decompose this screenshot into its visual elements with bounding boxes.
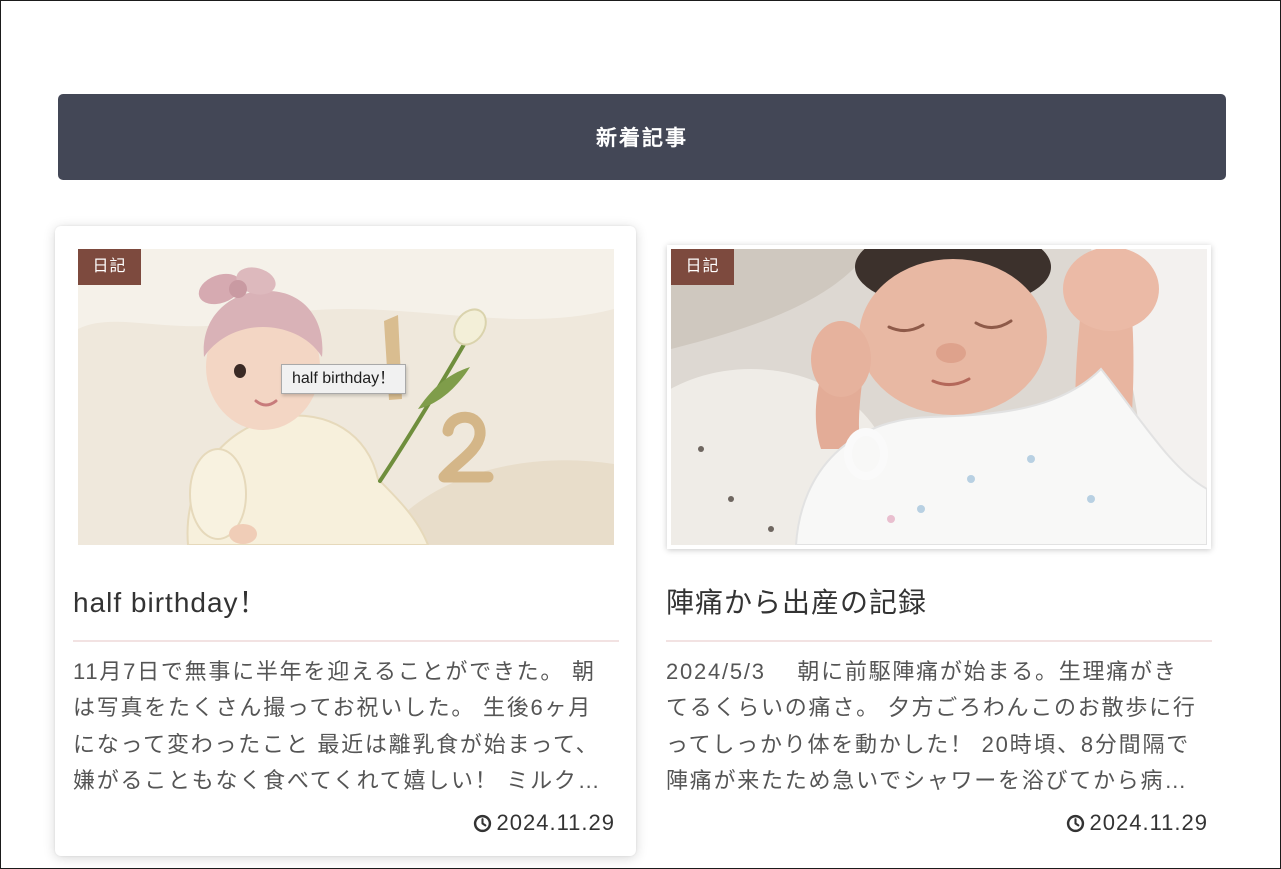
clock-icon xyxy=(1066,814,1084,832)
post-date: 2024.11.29 xyxy=(73,808,619,838)
baby-hand xyxy=(229,524,257,544)
category-badge: 日記 xyxy=(671,249,734,285)
article-title[interactable]: 陣痛から出産の記録 xyxy=(666,583,1212,623)
excerpt-line: 11月7日で無事に半年を迎えることができた。 朝 xyxy=(73,659,596,684)
article-excerpt: 11月7日で無事に半年を迎えることができた。 朝 は写真をたくさん撮ってお祝いし… xyxy=(73,654,619,799)
image-title-tooltip: half birthday！ xyxy=(281,364,407,394)
excerpt-line: 2024/5/3 朝に前駆陣痛が始まる。生理痛がき xyxy=(666,659,1178,684)
excerpt-line: 陣痛が来たため急いでシャワーを浴びてから病… xyxy=(666,767,1189,793)
article-title[interactable]: half birthday！ xyxy=(73,583,619,623)
baby-right-hand xyxy=(1063,249,1159,331)
thumbnail-photo xyxy=(671,249,1207,545)
post-date-text: 2024.11.29 xyxy=(1089,810,1208,836)
garment-pattern-dot xyxy=(887,515,895,523)
garment-pattern-dot xyxy=(1027,455,1035,463)
headband-knot xyxy=(229,280,247,298)
garment-pattern-dot xyxy=(1087,495,1095,503)
baby-eye-left xyxy=(234,364,246,378)
pillow-dot xyxy=(728,496,734,502)
section-header: 新着記事 xyxy=(58,94,1226,180)
excerpt-line: になって変わったこと 最近は離乳食が始まって、 xyxy=(73,731,600,757)
excerpt-line: ってしっかり体を動かした！ 20時頃、8分間隔で xyxy=(666,731,1190,757)
article-card[interactable]: 日記 陣痛から出産の記録 2024/5/3 朝に前駆陣痛が始まる。生理痛がき て… xyxy=(648,226,1229,856)
baby-nose xyxy=(936,343,966,363)
title-divider xyxy=(666,640,1212,642)
post-date-text: 2024.11.29 xyxy=(496,810,615,836)
pillow-dot xyxy=(768,526,774,532)
category-badge: 日記 xyxy=(78,249,141,285)
article-thumbnail[interactable]: 日記 xyxy=(78,249,614,545)
page: 新着記事 日記 half birthday！ 11月7日で無事に半年を迎えること… xyxy=(0,0,1281,869)
garment-pattern-dot xyxy=(967,475,975,483)
pillow-dot xyxy=(698,446,704,452)
thumbnail-photo xyxy=(78,249,614,545)
section-title: 新着記事 xyxy=(596,126,688,150)
excerpt-line: 嫌がることもなく食べてくれて嬉しい！ ミルク… xyxy=(73,767,602,793)
article-excerpt: 2024/5/3 朝に前駆陣痛が始まる。生理痛がき てるくらいの痛さ。 夕方ごろ… xyxy=(666,654,1212,799)
article-thumbnail[interactable]: 日記 xyxy=(671,249,1207,545)
baby-left-fist xyxy=(811,321,871,397)
baby-face xyxy=(859,259,1047,415)
clock-icon xyxy=(473,814,491,832)
post-date: 2024.11.29 xyxy=(666,808,1212,838)
article-card[interactable]: 日記 half birthday！ 11月7日で無事に半年を迎えることができた。… xyxy=(55,226,636,856)
excerpt-line: は写真をたくさん撮ってお祝いした。 生後6ヶ月 xyxy=(73,695,593,721)
garment-pattern-dot xyxy=(917,505,925,513)
excerpt-line: てるくらいの痛さ。 夕方ごろわんこのお散歩に行 xyxy=(666,695,1197,721)
title-divider xyxy=(73,640,619,642)
